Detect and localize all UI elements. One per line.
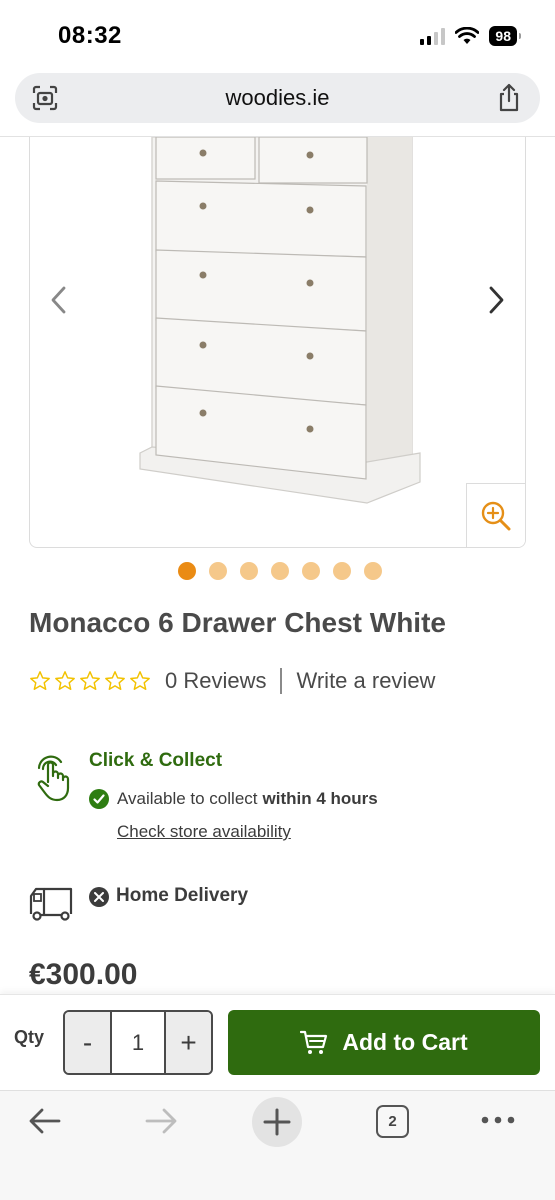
- product-image-gallery[interactable]: [29, 137, 526, 548]
- status-time: 08:32: [58, 22, 122, 49]
- share-icon[interactable]: [496, 83, 522, 113]
- qty-input[interactable]: 1: [110, 1012, 166, 1073]
- url-bar[interactable]: woodies.ie: [15, 73, 540, 123]
- check-store-availability-link[interactable]: Check store availability: [117, 822, 291, 842]
- gallery-pagination: [0, 562, 555, 580]
- quantity-stepper: - 1 +: [63, 1010, 213, 1075]
- status-bar: 08:32 98: [0, 0, 555, 70]
- battery-indicator: 98: [489, 26, 521, 46]
- product-title: Monacco 6 Drawer Chest White: [29, 607, 446, 638]
- qty-decrease-button[interactable]: -: [65, 1012, 110, 1073]
- write-review-link[interactable]: Write a review: [296, 668, 435, 694]
- star-rating[interactable]: [29, 670, 151, 692]
- star-icon: [55, 671, 75, 690]
- browser-toolbar: 2: [0, 1090, 555, 1200]
- availability-time: within 4 hours: [262, 789, 378, 808]
- add-to-cart-label: Add to Cart: [342, 1029, 468, 1055]
- tab-switcher-button[interactable]: 2: [376, 1105, 409, 1138]
- cellular-signal-icon: [420, 27, 446, 45]
- click-collect-hand-icon: [37, 755, 70, 802]
- url-text[interactable]: woodies.ie: [15, 85, 540, 111]
- review-count[interactable]: 0 Reviews: [165, 668, 266, 694]
- forward-arrow-icon[interactable]: [144, 1107, 178, 1135]
- status-icons: 98: [420, 26, 521, 46]
- plus-icon: [263, 1108, 291, 1136]
- availability-row: Available to collect within 4 hours: [89, 789, 378, 809]
- gallery-dot[interactable]: [239, 562, 258, 580]
- gallery-dot[interactable]: [332, 562, 351, 580]
- star-icon: [80, 671, 100, 690]
- wifi-icon: [455, 27, 480, 44]
- click-collect-title: Click & Collect: [89, 750, 223, 771]
- star-icon: [130, 671, 150, 690]
- qty-increase-button[interactable]: +: [166, 1012, 211, 1073]
- add-to-cart-button[interactable]: Add to Cart: [228, 1010, 540, 1075]
- delivery-truck-icon: [29, 887, 73, 921]
- star-icon: [30, 671, 50, 690]
- gallery-dot[interactable]: [363, 562, 382, 580]
- more-options-icon[interactable]: [480, 1115, 516, 1125]
- gallery-dot[interactable]: [301, 562, 320, 580]
- review-separator: [280, 668, 283, 694]
- gallery-dot[interactable]: [177, 562, 196, 580]
- gallery-dot[interactable]: [208, 562, 227, 580]
- availability-text: Available to collect: [117, 789, 258, 808]
- add-to-cart-bar: Qty - 1 + Add to Cart: [0, 994, 555, 1090]
- unavailable-icon: [89, 887, 109, 907]
- product-price: €300.00: [29, 958, 138, 991]
- zoom-button[interactable]: [466, 483, 525, 547]
- reviews-row: 0 Reviews Write a review: [29, 668, 435, 694]
- zoom-in-icon: [481, 501, 511, 531]
- cart-icon: [300, 1030, 328, 1054]
- check-icon: [89, 789, 109, 809]
- gallery-dot[interactable]: [270, 562, 289, 580]
- home-delivery-title: Home Delivery: [116, 885, 249, 906]
- previous-image-arrow-icon[interactable]: [44, 282, 74, 318]
- new-tab-button[interactable]: [252, 1097, 302, 1147]
- back-arrow-icon[interactable]: [28, 1107, 62, 1135]
- next-image-arrow-icon[interactable]: [481, 282, 511, 318]
- qty-label: Qty: [14, 1027, 45, 1047]
- product-image: [139, 137, 421, 504]
- star-icon: [105, 671, 125, 690]
